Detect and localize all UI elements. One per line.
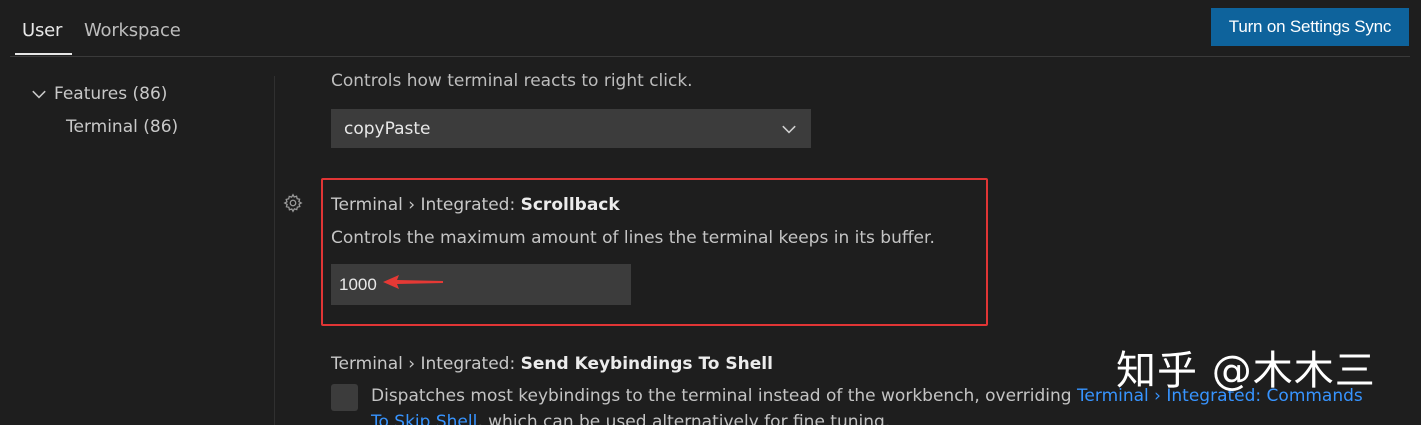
sidebar-divider [274, 76, 275, 425]
send-keybindings-checkbox[interactable] [331, 384, 358, 411]
send-keybindings-category: Terminal › Integrated: [331, 354, 521, 374]
send-keybindings-setting-title: Terminal › Integrated: Send Keybindings … [331, 354, 773, 374]
scrollback-category: Terminal › Integrated: [331, 195, 521, 215]
select-value: copyPaste [344, 118, 431, 139]
scrollback-description: Controls the maximum amount of lines the… [331, 228, 935, 248]
tab-user[interactable]: User [22, 20, 62, 41]
scrollback-setting-title: Terminal › Integrated: Scrollback [331, 195, 620, 215]
turn-on-settings-sync-button[interactable]: Turn on Settings Sync [1211, 8, 1409, 46]
active-tab-indicator [15, 53, 72, 55]
tree-item-features-label: Features (86) [54, 84, 168, 104]
scrollback-input[interactable] [331, 264, 631, 305]
chevron-down-icon [782, 125, 796, 134]
right-click-description: Controls how terminal reacts to right cl… [331, 71, 693, 91]
send-keybindings-description-line2: To Skip Shell, which can be used alterna… [371, 412, 890, 425]
gear-icon[interactable] [282, 192, 304, 214]
chevron-down-icon [32, 90, 46, 99]
commands-to-skip-shell-link-cont[interactable]: To Skip Shell [371, 412, 477, 425]
tree-item-terminal[interactable]: Terminal (86) [66, 117, 178, 137]
tab-workspace[interactable]: Workspace [84, 20, 181, 41]
tree-item-features[interactable]: Features (86) [30, 84, 167, 104]
settings-editor: User Workspace Turn on Settings Sync Fea… [0, 0, 1421, 425]
right-click-behavior-select[interactable]: copyPaste [331, 109, 811, 148]
scrollback-name: Scrollback [520, 195, 620, 215]
send-keybindings-desc-text: Dispatches most keybindings to the termi… [371, 386, 1077, 406]
red-arrow-annotation [383, 275, 443, 289]
send-keybindings-name: Send Keybindings To Shell [520, 354, 773, 374]
send-keybindings-desc-tail: , which can be used alternatively for fi… [477, 412, 891, 425]
watermark: 知乎 @木木三 [1116, 348, 1376, 394]
header-divider [10, 56, 1410, 57]
